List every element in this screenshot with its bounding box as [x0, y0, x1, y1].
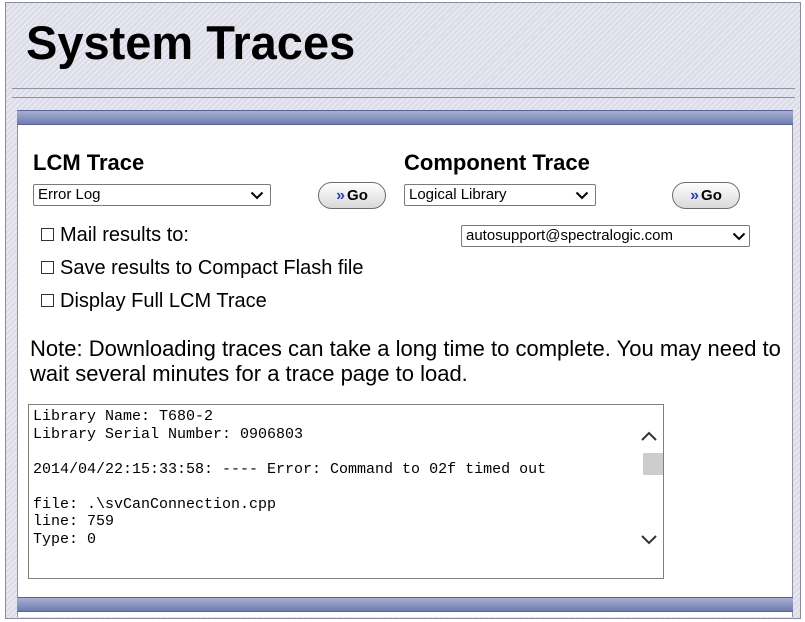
lcm-trace-select[interactable]: Error Log — [33, 184, 271, 206]
trace-output-text: Library Name: T680-2 Library Serial Numb… — [33, 408, 547, 548]
note-text: Note: Downloading traces can take a long… — [30, 336, 781, 386]
chevron-down-icon — [250, 191, 264, 200]
trace-output-box[interactable]: Library Name: T680-2 Library Serial Numb… — [28, 404, 664, 579]
panel-header-bar — [17, 110, 793, 125]
component-trace-select-value: Logical Library — [409, 186, 507, 203]
divider — [12, 88, 795, 89]
mail-address-value: autosupport@spectralogic.com — [466, 227, 673, 244]
chevron-down-icon — [732, 232, 746, 241]
mail-results-checkbox[interactable] — [41, 228, 54, 241]
panel-footer-bar — [17, 597, 793, 612]
display-full-trace-label: Display Full LCM Trace — [60, 290, 267, 312]
save-results-checkbox[interactable] — [41, 261, 54, 274]
scrollbar[interactable] — [635, 405, 663, 578]
lcm-trace-select-value: Error Log — [38, 186, 101, 203]
display-option[interactable]: Display Full LCM Trace — [41, 289, 267, 313]
scroll-down-icon[interactable] — [640, 533, 658, 547]
chevron-down-icon — [575, 191, 589, 200]
scrollbar-thumb[interactable] — [643, 453, 663, 475]
lcm-go-label: Go — [347, 187, 368, 204]
double-chevron-right-icon: » — [336, 187, 346, 204]
component-trace-label: Component Trace — [404, 150, 590, 175]
save-option[interactable]: Save results to Compact Flash file — [41, 256, 363, 280]
component-trace-select[interactable]: Logical Library — [404, 184, 596, 206]
page-title: System Traces — [26, 16, 356, 69]
mail-address-select[interactable]: autosupport@spectralogic.com — [461, 225, 750, 247]
divider — [12, 97, 795, 98]
display-full-trace-checkbox[interactable] — [41, 294, 54, 307]
double-chevron-right-icon: » — [690, 187, 700, 204]
mail-option[interactable]: Mail results to: — [41, 223, 189, 247]
component-go-button[interactable]: » Go — [672, 182, 740, 209]
save-results-label: Save results to Compact Flash file — [60, 257, 364, 279]
mail-results-label: Mail results to: — [60, 224, 189, 246]
component-go-label: Go — [701, 187, 722, 204]
lcm-trace-label: LCM Trace — [33, 150, 145, 175]
lcm-go-button[interactable]: » Go — [318, 182, 386, 209]
scroll-up-icon[interactable] — [640, 429, 658, 443]
